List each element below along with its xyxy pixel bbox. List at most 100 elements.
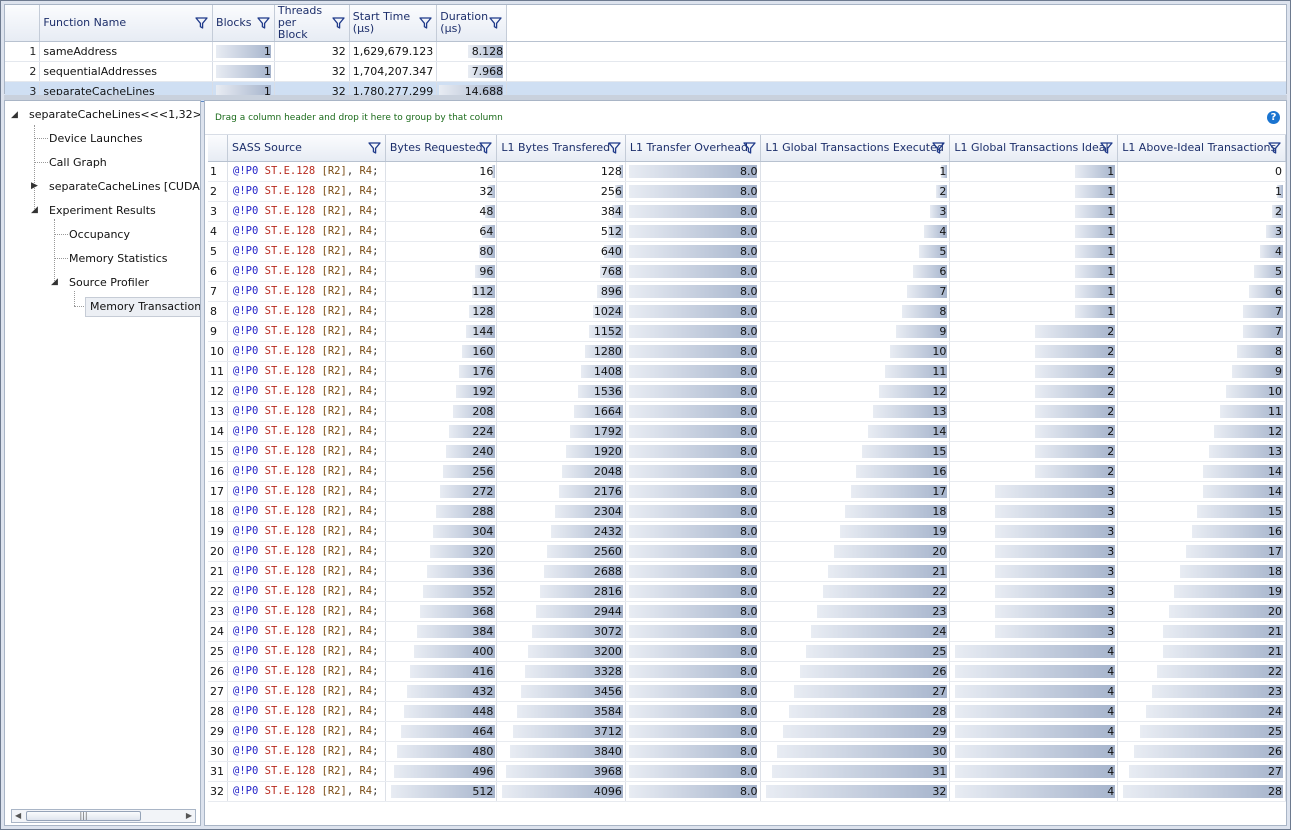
table-row[interactable]: 7 @!P0 ST.E.128 [R2], R4; 112 896 8.0 7 1 6: [208, 281, 1286, 302]
collapse-arrow-icon[interactable]: ◢: [11, 110, 18, 120]
tree-line: [54, 258, 68, 259]
register-token: R4: [359, 565, 373, 577]
table-row[interactable]: 11 @!P0 ST.E.128 [R2], R4; 176 1408 8.0 11 2 9: [208, 361, 1286, 382]
table-row[interactable]: 18 @!P0 ST.E.128 [R2], R4; 288 2304 8.0 18 3 15: [208, 501, 1286, 522]
table-row[interactable]: 22 @!P0 ST.E.128 [R2], R4; 352 2816 8.0 22 3 19: [208, 581, 1286, 602]
filler-cell: [506, 41, 1286, 62]
table-row[interactable]: 1 @!P0 ST.E.128 [R2], R4; 16 128 8.0 1 1 0: [208, 161, 1286, 182]
table-row[interactable]: 14 @!P0 ST.E.128 [R2], R4; 224 1792 8.0 14 2 12: [208, 421, 1286, 442]
filter-icon[interactable]: [257, 17, 270, 30]
tree-item-occupancy[interactable]: Occupancy: [69, 225, 130, 245]
filter-icon[interactable]: [195, 17, 208, 30]
col-start-time[interactable]: Start Time (µs): [349, 5, 438, 42]
cell-value: 16: [932, 464, 947, 478]
filter-icon[interactable]: [1268, 141, 1281, 154]
table-row[interactable]: 21 @!P0 ST.E.128 [R2], R4; 336 2688 8.0 21 3 18: [208, 561, 1286, 582]
value-bar: [995, 484, 1116, 498]
table-row[interactable]: 24 @!P0 ST.E.128 [R2], R4; 384 3072 8.0 24 3 21: [208, 621, 1286, 642]
col-bytes-requested[interactable]: Bytes Requested: [385, 135, 498, 162]
table-row[interactable]: 9 @!P0 ST.E.128 [R2], R4; 144 1152 8.0 9 2 7: [208, 321, 1286, 342]
launch-row[interactable]: 2 sequentialAddresses 1 32 1,704,207.347 7.96…: [5, 61, 1286, 82]
table-row[interactable]: 20 @!P0 ST.E.128 [R2], R4; 320 2560 8.0 20 3 17: [208, 541, 1286, 562]
filter-icon[interactable]: [743, 141, 757, 154]
col-l1-transfer-overhead[interactable]: L1 Transfer Overhead: [625, 135, 762, 162]
table-row[interactable]: 13 @!P0 ST.E.128 [R2], R4; 208 1664 8.0 13 2 11: [208, 401, 1286, 422]
filter-icon[interactable]: [608, 141, 621, 154]
sass-source-cell: @!P0 ST.E.128 [R2], R4;: [227, 641, 386, 662]
col-threads-per-block[interactable]: Threads per Block: [274, 5, 350, 42]
tree-item-call-graph[interactable]: Call Graph: [49, 153, 107, 173]
filter-icon[interactable]: [419, 17, 432, 30]
terminator-token: ;: [372, 185, 379, 197]
table-row[interactable]: 4 @!P0 ST.E.128 [R2], R4; 64 512 8.0 4 1 3: [208, 221, 1286, 242]
col-l1-bytes-transfered[interactable]: L1 Bytes Transfered: [496, 135, 626, 162]
filter-icon[interactable]: [368, 141, 381, 154]
col-l1-global-transactions-ideal[interactable]: L1 Global Transactions Ideal: [949, 135, 1119, 162]
filter-icon[interactable]: [479, 141, 493, 154]
group-by-drop-area[interactable]: Drag a column header and drop it here to…: [205, 101, 1286, 135]
table-row[interactable]: 32 @!P0 ST.E.128 [R2], R4; 512 4096 8.0 32 4 28: [208, 781, 1286, 802]
table-row[interactable]: 30 @!P0 ST.E.128 [R2], R4; 480 3840 8.0 30 4 26: [208, 741, 1286, 762]
above-ideal-cell: 26: [1117, 741, 1286, 762]
tree-item-experiment-results[interactable]: Experiment Results: [49, 201, 156, 221]
filter-icon[interactable]: [1100, 141, 1113, 154]
table-row[interactable]: 15 @!P0 ST.E.128 [R2], R4; 240 1920 8.0 15 2 13: [208, 441, 1286, 462]
cell-value: 13: [932, 404, 947, 418]
col-function-name[interactable]: Function Name: [39, 5, 214, 42]
table-row[interactable]: 8 @!P0 ST.E.128 [R2], R4; 128 1024 8.0 8 1 7: [208, 301, 1286, 322]
collapse-arrow-icon[interactable]: ◢: [31, 205, 38, 215]
table-row[interactable]: 26 @!P0 ST.E.128 [R2], R4; 416 3328 8.0 26 4 22: [208, 661, 1286, 682]
filter-icon[interactable]: [932, 141, 946, 154]
overhead-cell: 8.0: [625, 641, 762, 662]
scroll-left-icon[interactable]: ◀: [15, 810, 21, 822]
cell-value: 11: [932, 364, 947, 378]
cell-value: 896: [600, 284, 622, 298]
tree-horizontal-scrollbar[interactable]: ◀ ||| ▶: [11, 809, 196, 823]
cell-value: 2: [1107, 464, 1115, 478]
table-row[interactable]: 28 @!P0 ST.E.128 [R2], R4; 448 3584 8.0 28 4 24: [208, 701, 1286, 722]
cell-value: 112: [472, 284, 494, 298]
table-row[interactable]: 29 @!P0 ST.E.128 [R2], R4; 464 3712 8.0 29 4 25: [208, 721, 1286, 742]
col-duration[interactable]: Duration (µs): [436, 5, 508, 42]
table-row[interactable]: 25 @!P0 ST.E.128 [R2], R4; 400 3200 8.0 25 4 21: [208, 641, 1286, 662]
table-row[interactable]: 10 @!P0 ST.E.128 [R2], R4; 160 1280 8.0 10 2 8: [208, 341, 1286, 362]
tree-item-source-profiler[interactable]: Source Profiler: [69, 273, 149, 293]
tree-item-memory-statistics[interactable]: Memory Statistics: [69, 249, 168, 269]
cell-value: 3: [1107, 564, 1115, 578]
table-row[interactable]: 17 @!P0 ST.E.128 [R2], R4; 272 2176 8.0 17 3 14: [208, 481, 1286, 502]
table-row[interactable]: 3 @!P0 ST.E.128 [R2], R4; 48 384 8.0 3 1 2: [208, 201, 1286, 222]
launch-row[interactable]: 1 sameAddress 1 32 1,629,679.123 8.128: [5, 41, 1286, 62]
separator-token: ,: [346, 785, 354, 797]
row-number-text: 5: [210, 244, 217, 258]
opcode-token: ST.E.128: [264, 265, 316, 277]
col-blocks[interactable]: Blocks: [212, 5, 275, 42]
ideal-cell: 1: [949, 301, 1119, 322]
table-row[interactable]: 19 @!P0 ST.E.128 [R2], R4; 304 2432 8.0 19 3 16: [208, 521, 1286, 542]
help-icon[interactable]: ?: [1267, 111, 1280, 124]
separator-token: ,: [346, 185, 354, 197]
scroll-thumb[interactable]: |||: [26, 811, 141, 821]
col-l1-above-ideal-transactions[interactable]: L1 Above-Ideal Transactions: [1117, 135, 1286, 162]
table-row[interactable]: 5 @!P0 ST.E.128 [R2], R4; 80 640 8.0 5 1 4: [208, 241, 1286, 262]
tree-root[interactable]: separateCacheLines<<<1,32>>>: [29, 105, 200, 125]
tree-item-kernel[interactable]: separateCacheLines [CUDA Ker: [49, 177, 200, 197]
table-row[interactable]: 31 @!P0 ST.E.128 [R2], R4; 496 3968 8.0 31 4 27: [208, 761, 1286, 782]
filter-icon[interactable]: [489, 17, 502, 30]
table-row[interactable]: 23 @!P0 ST.E.128 [R2], R4; 368 2944 8.0 23 3 20: [208, 601, 1286, 622]
table-row[interactable]: 27 @!P0 ST.E.128 [R2], R4; 432 3456 8.0 27 4 23: [208, 681, 1286, 702]
col-sass-source[interactable]: SASS Source: [227, 135, 386, 162]
value-bar: [955, 644, 1116, 658]
table-row[interactable]: 2 @!P0 ST.E.128 [R2], R4; 32 256 8.0 2 1 1: [208, 181, 1286, 202]
collapse-arrow-icon[interactable]: ◢: [51, 277, 58, 287]
ideal-cell: 4: [949, 761, 1119, 782]
value-bar: [628, 744, 757, 758]
expand-arrow-icon[interactable]: ▶: [31, 181, 38, 191]
tree-item-device-launches[interactable]: Device Launches: [49, 129, 142, 149]
table-row[interactable]: 6 @!P0 ST.E.128 [R2], R4; 96 768 8.0 6 1 5: [208, 261, 1286, 282]
filter-icon[interactable]: [332, 17, 345, 30]
tree-item-memory-transactions[interactable]: Memory Transactions: [85, 297, 200, 317]
scroll-right-icon[interactable]: ▶: [186, 810, 192, 822]
table-row[interactable]: 16 @!P0 ST.E.128 [R2], R4; 256 2048 8.0 16 2 14: [208, 461, 1286, 482]
table-row[interactable]: 12 @!P0 ST.E.128 [R2], R4; 192 1536 8.0 12 2 10: [208, 381, 1286, 402]
col-l1-global-transactions-executed[interactable]: L1 Global Transactions Executed: [760, 135, 951, 162]
